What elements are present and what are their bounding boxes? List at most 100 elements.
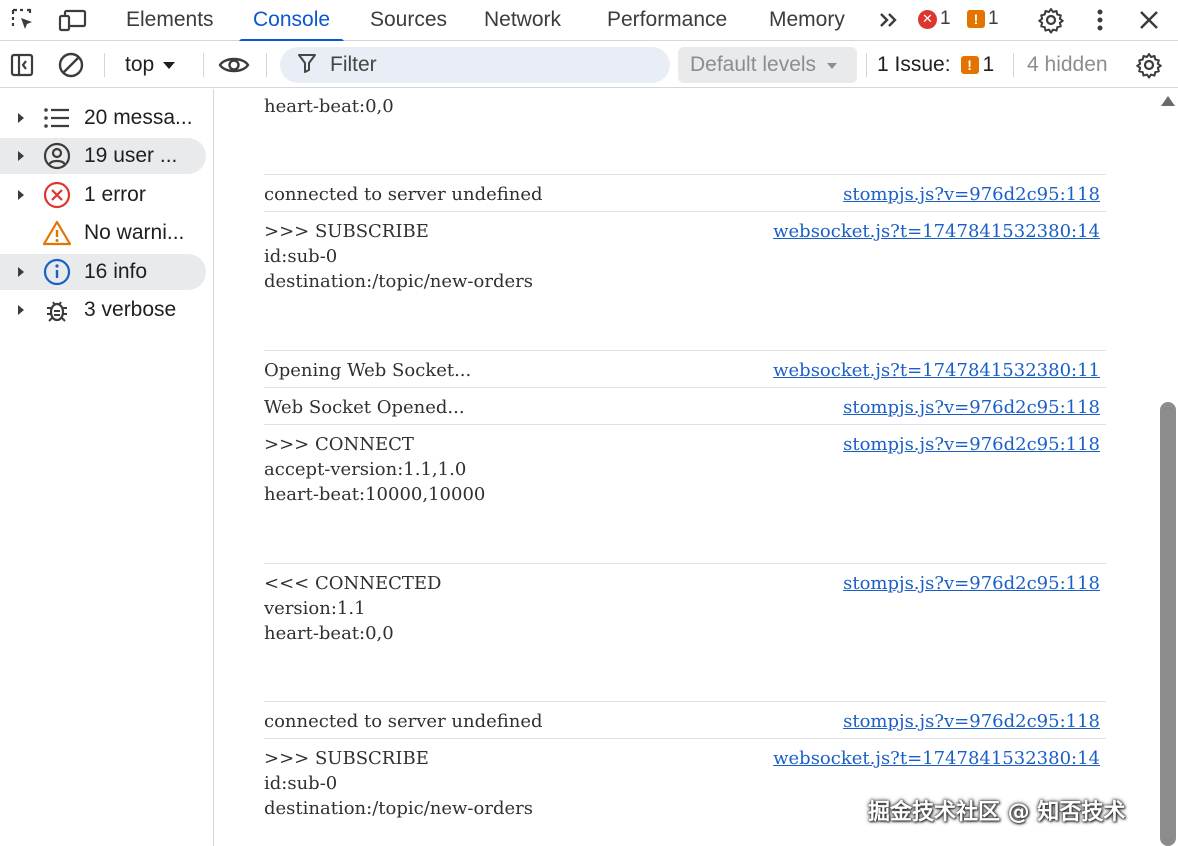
dropdown-arrow-icon [826, 53, 838, 77]
expand-arrow-icon[interactable] [17, 304, 31, 316]
issue-warning-icon: ! [960, 56, 979, 74]
warning-count-badge[interactable]: ! 1 [967, 6, 999, 32]
source-link[interactable]: stompjs.js?v=976d2c95:118 [843, 709, 1100, 734]
log-entry: >>> CONNECT accept-version:1.1,1.0 heart… [264, 432, 1106, 507]
message-divider [264, 174, 1106, 175]
message-divider [264, 701, 1106, 702]
context-selector[interactable]: top [125, 49, 176, 81]
log-entry: >>> SUBSCRIBE id:sub-0 destination:/topi… [264, 219, 1106, 294]
expand-arrow-icon[interactable] [17, 150, 31, 162]
source-link[interactable]: stompjs.js?v=976d2c95:118 [843, 432, 1100, 457]
live-expression-eye-icon[interactable] [218, 49, 250, 81]
sidebar-item-errors[interactable]: 1 error [0, 177, 206, 213]
sidebar-item-warnings[interactable]: No warni... [0, 215, 206, 251]
sidebar-item-label: 20 messa... [84, 106, 193, 129]
tab-performance[interactable]: Performance [607, 0, 727, 41]
console-toolbar: top Default levels 1 Issue: ! 1 4 hidden [0, 41, 1178, 88]
console-messages: heart-beat:0,0 connected to server undef… [215, 89, 1157, 846]
device-toolbar-icon[interactable] [56, 4, 88, 36]
message-divider [264, 211, 1106, 212]
clear-console-icon[interactable] [55, 49, 87, 81]
log-line: id:sub-0 [264, 246, 338, 267]
info-icon [41, 256, 73, 288]
expand-arrow-icon[interactable] [17, 189, 31, 201]
scroll-thumb[interactable] [1160, 402, 1176, 846]
devtools-tabbar: Elements Console Sources Network Perform… [0, 0, 1178, 42]
bug-icon [41, 294, 73, 326]
issues-count: 1 [982, 53, 995, 76]
tab-network[interactable]: Network [484, 0, 561, 41]
message-divider [264, 738, 1106, 739]
warning-icon [41, 217, 73, 249]
error-count: 1 [940, 8, 951, 29]
toolbar-divider [203, 53, 204, 77]
inspect-element-icon[interactable] [7, 4, 39, 36]
tab-console[interactable]: Console [238, 0, 345, 42]
user-icon [41, 140, 73, 172]
sidebar-item-info[interactable]: 16 info [0, 254, 206, 290]
expand-arrow-icon[interactable] [17, 112, 31, 124]
log-line: heart-beat:10000,10000 [264, 484, 486, 505]
sidebar-item-label: 16 info [84, 260, 148, 283]
log-line: heart-beat:0,0 [264, 96, 394, 117]
error-count-badge[interactable]: ✕ 1 [918, 6, 951, 32]
source-link[interactable]: stompjs.js?v=976d2c95:118 [843, 395, 1100, 420]
sidebar-item-messages[interactable]: 20 messa... [0, 100, 206, 136]
log-line: accept-version:1.1,1.0 [264, 459, 467, 480]
toolbar-divider [266, 53, 267, 77]
source-link[interactable]: stompjs.js?v=976d2c95:118 [843, 182, 1100, 207]
chevrons-right-icon[interactable] [873, 4, 905, 36]
scroll-up-arrow-icon[interactable] [1161, 96, 1175, 106]
sidebar-item-label: 19 user ... [84, 144, 178, 167]
console-settings-gear-icon[interactable] [1133, 49, 1165, 81]
log-levels-dropdown[interactable]: Default levels [678, 47, 857, 83]
hidden-messages-count: 4 hidden [1027, 53, 1108, 76]
log-entry: connected to server undefined stompjs.js… [264, 709, 1106, 734]
expand-arrow-icon[interactable] [17, 266, 31, 278]
log-entry: Opening Web Socket... websocket.js?t=174… [264, 358, 1106, 383]
source-link[interactable]: websocket.js?t=1747841532380:14 [773, 746, 1100, 771]
filter-funnel-icon [298, 53, 316, 78]
log-entry: Web Socket Opened... stompjs.js?v=976d2c… [264, 395, 1106, 420]
sidebar-item-label: 1 error [84, 183, 146, 206]
list-icon [41, 102, 73, 134]
sidebar-toggle-icon[interactable] [6, 49, 38, 81]
tab-elements[interactable]: Elements [126, 0, 214, 41]
log-entry: <<< CONNECTED version:1.1 heart-beat:0,0… [264, 571, 1106, 646]
close-icon[interactable] [1133, 4, 1165, 36]
context-label: top [125, 53, 155, 76]
source-link[interactable]: stompjs.js?v=976d2c95:118 [843, 571, 1100, 596]
warning-count: 1 [988, 8, 999, 29]
issues-counter[interactable]: 1 Issue: ! 1 [877, 49, 994, 81]
message-divider [264, 563, 1106, 564]
sidebar-item-user-messages[interactable]: 19 user ... [0, 138, 206, 174]
log-entry: heart-beat:0,0 [264, 94, 1106, 119]
sidebar-item-verbose[interactable]: 3 verbose [0, 292, 206, 328]
log-line: version:1.1 [264, 598, 366, 619]
dropdown-arrow-icon [162, 49, 176, 81]
message-divider [264, 350, 1106, 351]
log-levels-label: Default levels [690, 53, 817, 76]
source-link[interactable]: websocket.js?t=1747841532380:11 [773, 358, 1100, 383]
source-link[interactable]: websocket.js?t=1747841532380:14 [773, 219, 1100, 244]
log-line: heart-beat:0,0 [264, 623, 394, 644]
more-options-icon[interactable] [1084, 4, 1116, 36]
settings-gear-icon[interactable] [1035, 4, 1067, 36]
sidebar-item-label: 3 verbose [84, 298, 177, 321]
toolbar-divider [104, 53, 105, 77]
log-line: destination:/topic/new-orders [264, 271, 533, 292]
watermark: 掘金技术社区 @ 知否技术 [868, 800, 1126, 825]
error-icon: ✕ [918, 9, 937, 29]
filter-box[interactable] [280, 47, 670, 83]
log-scrollbar[interactable] [1157, 89, 1178, 846]
error-icon [41, 179, 73, 211]
sidebar-item-label: No warni... [84, 221, 185, 244]
filter-input[interactable] [330, 53, 630, 77]
log-line: id:sub-0 [264, 773, 338, 794]
toolbar-divider [866, 53, 867, 77]
issues-label: 1 Issue: [877, 53, 951, 76]
tab-memory[interactable]: Memory [769, 0, 845, 41]
toolbar-divider [1013, 53, 1014, 77]
console-sidebar: 20 messa... 19 user ... 1 error No warni… [0, 89, 214, 846]
tab-sources[interactable]: Sources [370, 0, 447, 41]
